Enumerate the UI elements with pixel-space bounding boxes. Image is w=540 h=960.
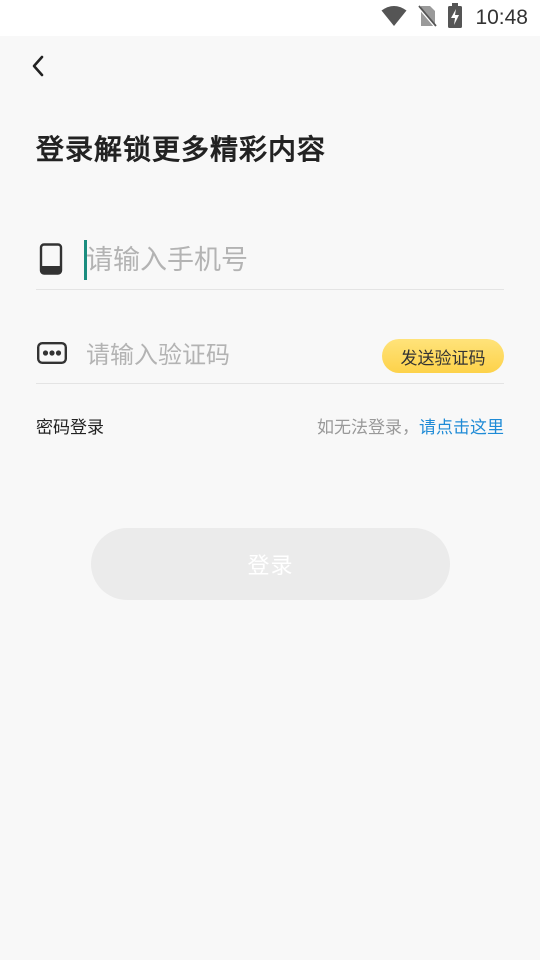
phone-icon [36,242,66,276]
help-link[interactable]: 请点击这里 [419,418,504,438]
send-code-button[interactable]: 发送验证码 [382,339,504,373]
login-button[interactable]: 登录 [91,528,450,600]
page-title: 登录解锁更多精彩内容 [36,133,327,166]
chevron-left-icon [30,54,46,82]
password-dots-icon [36,340,68,366]
code-input[interactable] [86,333,366,377]
help-prefix: 如无法登录， [317,418,419,438]
back-button[interactable] [22,52,54,84]
phone-input[interactable] [86,238,446,282]
status-bar: 10:48 [0,0,540,36]
status-icons: 10:48 [381,0,528,36]
phone-field [36,230,504,290]
help-text: 如无法登录，请点击这里 [317,413,504,438]
no-sim-icon [417,4,438,32]
code-field: 发送验证码 [36,325,504,384]
wifi-icon [381,5,407,31]
password-login-link[interactable]: 密码登录 [36,413,104,438]
status-time: 10:48 [475,6,528,29]
battery-charging-icon [447,3,463,33]
